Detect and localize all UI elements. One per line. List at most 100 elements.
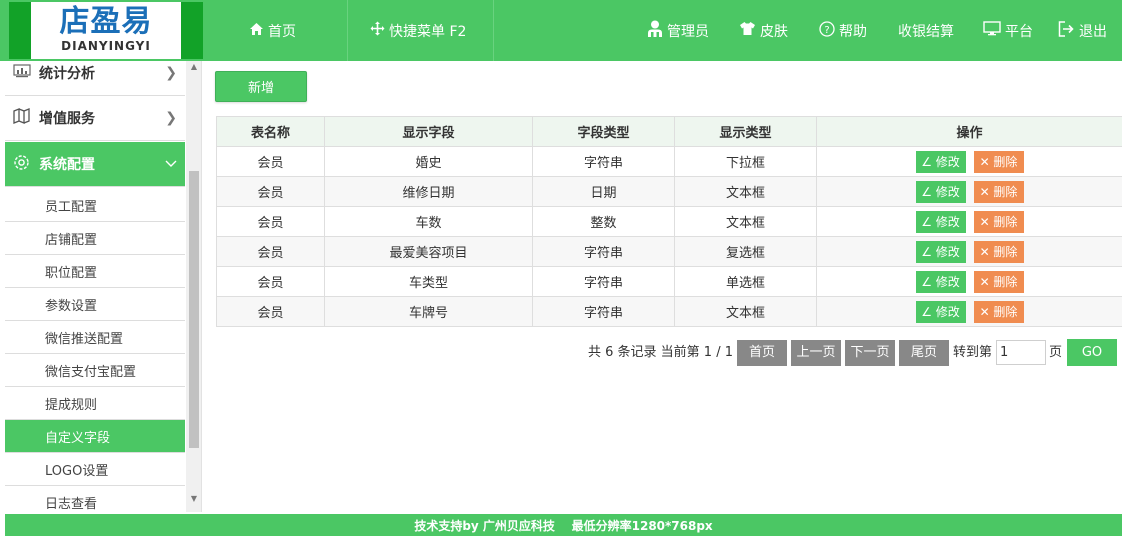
nav-divider [493,0,494,61]
sidebar-item-logo-settings[interactable]: LOGO设置 [5,453,185,486]
custom-fields-table: 表名称 显示字段 字段类型 显示类型 操作 会员 婚史 字符串 下拉框 ∠ 修改… [216,116,1122,327]
sidebar-item-wechat-push[interactable]: 微信推送配置 [5,321,185,354]
cell-field-type: 字符串 [532,266,675,297]
top-header: 店盈易 DIANYINGYI 首页 快捷菜单 F2 管理员 皮肤 ? 帮助 收银… [0,0,1122,61]
cell-actions: ∠ 修改 ✕ 删除 [816,236,1122,267]
delete-button[interactable]: ✕ 删除 [973,150,1024,173]
pager-next-button[interactable]: 下一页 [845,340,895,366]
cell-table-name: 会员 [216,146,325,177]
edit-button[interactable]: ∠ 修改 [915,270,966,293]
edit-button[interactable]: ∠ 修改 [915,210,966,233]
nav-logout-label: 退出 [1079,23,1107,40]
nav-shortcut-label: 快捷菜单 F2 [389,23,467,40]
edit-button[interactable]: ∠ 修改 [915,180,966,203]
sidebar-group-label: 增值服务 [39,111,95,127]
sidebar-item-commission-rules[interactable]: 提成规则 [5,387,185,420]
logo-stripe-left [9,2,31,59]
monitor-icon [983,21,1001,40]
chevron-right-icon: ❯ [165,110,177,126]
question-icon: ? [819,20,835,41]
logo-stripe-right [181,2,203,59]
home-icon [249,22,264,40]
edit-button[interactable]: ∠ 修改 [915,300,966,323]
scroll-down-arrow-icon[interactable]: ▼ [190,495,198,503]
logo-subtext: DIANYINGYI [61,39,151,53]
col-header-display-type: 显示类型 [674,116,817,147]
brand-logo: 店盈易 DIANYINGYI [9,2,203,59]
cell-display-type: 文本框 [674,206,817,237]
nav-logout[interactable]: 退出 [1058,0,1107,61]
cell-table-name: 会员 [216,206,325,237]
sidebar-item-store-config[interactable]: 店铺配置 [5,222,185,255]
pager-info: 共 6 条记录 当前第 1 / 1 [588,345,733,360]
sidebar-group-value-added[interactable]: 增值服务 ❯ [5,96,185,141]
nav-platform[interactable]: 平台 [983,0,1033,61]
nav-skin[interactable]: 皮肤 [739,0,788,61]
table-row: 会员 婚史 字符串 下拉框 ∠ 修改 ✕ 删除 [216,146,1122,177]
add-button[interactable]: 新增 [215,71,307,102]
chevron-right-icon: ❯ [165,65,177,81]
sidebar: 统计分析 ❯ 增值服务 ❯ 系统配置 员工配置 店铺配置 职位配置 参数设置 微… [5,61,202,512]
sidebar-group-label: 统计分析 [39,66,95,82]
nav-help-label: 帮助 [839,23,867,40]
cell-table-name: 会员 [216,236,325,267]
cell-display-type: 单选框 [674,266,817,297]
tshirt-icon [739,21,756,40]
cell-field-type: 字符串 [532,146,675,177]
chart-icon [13,64,39,82]
logo-text: 店盈易 [59,4,153,39]
cell-display-field: 车数 [324,206,533,237]
pager-prev-button[interactable]: 上一页 [791,340,841,366]
cell-display-field: 婚史 [324,146,533,177]
nav-cashier-label: 收银结算 [898,23,954,40]
goto-page-input[interactable] [996,340,1046,365]
page-unit-label: 页 [1049,345,1063,360]
sidebar-item-position-config[interactable]: 职位配置 [5,255,185,288]
delete-button[interactable]: ✕ 删除 [973,210,1024,233]
logout-icon [1058,20,1075,41]
cell-display-field: 车类型 [324,266,533,297]
sidebar-item-param-settings[interactable]: 参数设置 [5,288,185,321]
delete-button[interactable]: ✕ 删除 [973,240,1024,263]
cell-table-name: 会员 [216,266,325,297]
edit-button[interactable]: ∠ 修改 [915,240,966,263]
pager-last-button[interactable]: 尾页 [899,340,949,366]
book-icon [13,108,39,128]
cell-table-name: 会员 [216,296,325,327]
col-header-actions: 操作 [816,116,1122,147]
sidebar-scrollbar[interactable]: ▲ ▼ [186,61,201,512]
sidebar-item-wechat-alipay[interactable]: 微信支付宝配置 [5,354,185,387]
cell-field-type: 字符串 [532,296,675,327]
table-row: 会员 维修日期 日期 文本框 ∠ 修改 ✕ 删除 [216,176,1122,207]
delete-button[interactable]: ✕ 删除 [973,180,1024,203]
nav-home-label: 首页 [268,23,296,40]
scrollbar-thumb[interactable] [189,171,199,448]
scroll-up-arrow-icon[interactable]: ▲ [190,63,198,71]
pager-first-button[interactable]: 首页 [737,340,787,366]
nav-shortcut-menu[interactable]: 快捷菜单 F2 [370,0,466,61]
nav-cashier[interactable]: 收银结算 [898,0,954,61]
nav-platform-label: 平台 [1005,23,1033,40]
nav-admin[interactable]: 管理员 [647,0,709,61]
sidebar-group-statistics[interactable]: 统计分析 ❯ [5,61,185,96]
delete-button[interactable]: ✕ 删除 [973,300,1024,323]
goto-label: 转到第 [953,345,993,360]
cell-actions: ∠ 修改 ✕ 删除 [816,206,1122,237]
sidebar-group-system-config[interactable]: 系统配置 [5,142,185,187]
table-row: 会员 车类型 字符串 单选框 ∠ 修改 ✕ 删除 [216,266,1122,297]
nav-home[interactable]: 首页 [249,0,296,61]
sidebar-item-log-view[interactable]: 日志查看 [5,486,185,512]
sidebar-item-custom-fields[interactable]: 自定义字段 [5,420,185,453]
cell-display-field: 车牌号 [324,296,533,327]
cell-display-field: 维修日期 [324,176,533,207]
cell-field-type: 日期 [532,176,675,207]
user-icon [647,20,663,42]
gear-icon [13,154,39,175]
delete-button[interactable]: ✕ 删除 [973,270,1024,293]
nav-help[interactable]: ? 帮助 [819,0,867,61]
cell-display-type: 文本框 [674,176,817,207]
sidebar-item-staff-config[interactable]: 员工配置 [5,189,185,222]
footer-text: 技术支持by 广州贝应科技 最低分辨率1280*768px [414,518,713,533]
go-button[interactable]: GO [1067,339,1117,366]
edit-button[interactable]: ∠ 修改 [915,150,966,173]
